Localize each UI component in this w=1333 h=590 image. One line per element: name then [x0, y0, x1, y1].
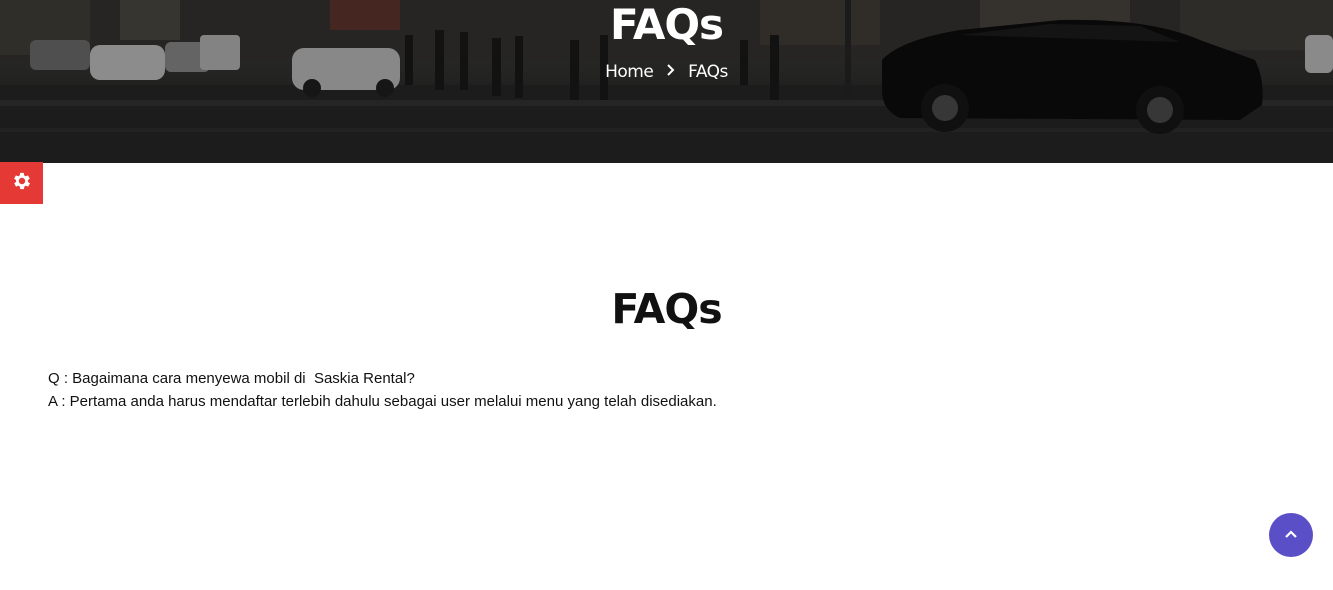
chevron-up-icon — [1284, 526, 1298, 544]
breadcrumb-home-link[interactable]: Home — [605, 62, 654, 82]
settings-toggle-button[interactable] — [0, 162, 43, 204]
gear-icon — [11, 170, 33, 197]
breadcrumb-current: FAQs — [688, 62, 728, 82]
hero-title: FAQs — [609, 0, 724, 49]
breadcrumb: Home FAQs — [0, 60, 1333, 85]
faq-item: Q : Bagaimana cara menyewa mobil di Sask… — [48, 367, 717, 413]
faq-question: Q : Bagaimana cara menyewa mobil di Sask… — [48, 370, 415, 387]
faq-answer: A : Pertama anda harus mendaftar terlebi… — [48, 393, 717, 410]
faq-list: Q : Bagaimana cara menyewa mobil di Sask… — [48, 367, 717, 413]
back-to-top-button[interactable] — [1269, 513, 1313, 557]
chevron-right-icon — [666, 60, 675, 84]
hero-banner: FAQs Home FAQs — [0, 0, 1333, 163]
page-title: FAQs — [611, 285, 722, 333]
